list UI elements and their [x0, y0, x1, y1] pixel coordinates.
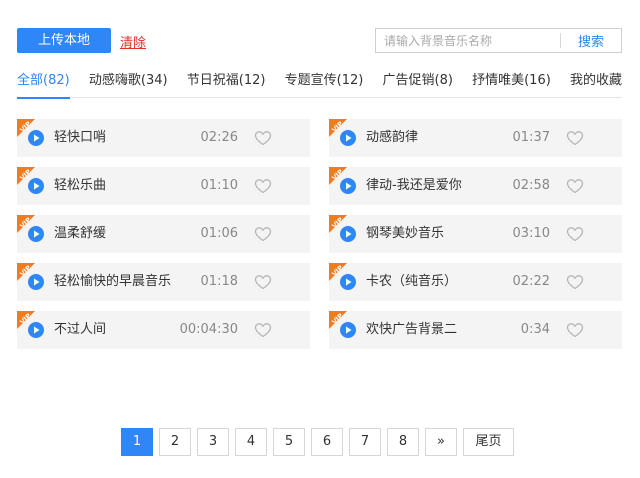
- last-page-button[interactable]: 尾页: [463, 428, 514, 456]
- tab-3[interactable]: 专题宣传(12): [285, 70, 364, 98]
- song-name: 温柔舒缓: [54, 226, 107, 241]
- play-circle-icon[interactable]: [340, 322, 356, 338]
- tab-0[interactable]: 全部(82): [17, 70, 70, 99]
- song-item[interactable]: VIP 轻快口哨 02:26: [17, 119, 310, 157]
- play-circle-icon[interactable]: [340, 226, 356, 242]
- song-name: 不过人间: [54, 322, 107, 337]
- page-button-4[interactable]: 4: [235, 428, 267, 456]
- page-button-5[interactable]: 5: [273, 428, 305, 456]
- song-item[interactable]: VIP 轻松乐曲 01:10: [17, 167, 310, 205]
- song-item[interactable]: VIP 律动-我还是爱你 02:58: [329, 167, 622, 205]
- song-duration: 01:06: [200, 226, 238, 241]
- play-circle-icon[interactable]: [28, 274, 44, 290]
- song-item[interactable]: VIP 不过人间 00:04:30: [17, 311, 310, 349]
- song-item[interactable]: VIP 轻松愉快的早晨音乐 01:18: [17, 263, 310, 301]
- pagination: 1 2 3 4 5 6 7 8» 尾页: [121, 428, 514, 456]
- song-item[interactable]: VIP 动感韵律 01:37: [329, 119, 622, 157]
- heart-outline-icon[interactable]: [566, 226, 584, 242]
- song-duration: 00:04:30: [179, 322, 238, 337]
- page-button-6[interactable]: 6: [311, 428, 343, 456]
- play-circle-icon[interactable]: [28, 322, 44, 338]
- song-duration: 01:10: [200, 178, 238, 193]
- heart-outline-icon[interactable]: [566, 130, 584, 146]
- search-box: 搜索: [375, 28, 622, 53]
- page-button-7[interactable]: 7: [349, 428, 381, 456]
- heart-outline-icon[interactable]: [566, 274, 584, 290]
- heart-outline-icon[interactable]: [566, 322, 584, 338]
- upload-local-button[interactable]: 上传本地: [17, 28, 111, 53]
- song-item[interactable]: VIP 温柔舒缓 01:06: [17, 215, 310, 253]
- page-button-2[interactable]: 2: [159, 428, 191, 456]
- play-circle-icon[interactable]: [28, 226, 44, 242]
- song-duration: 01:18: [200, 274, 238, 289]
- song-duration: 0:34: [520, 322, 550, 337]
- song-name: 律动-我还是爱你: [366, 178, 462, 193]
- song-name: 轻松乐曲: [54, 178, 107, 193]
- tab-4[interactable]: 广告促销(8): [383, 70, 453, 98]
- song-item[interactable]: VIP 钢琴美妙音乐 03:10: [329, 215, 622, 253]
- tab-6[interactable]: 我的收藏: [570, 70, 622, 98]
- play-circle-icon[interactable]: [28, 178, 44, 194]
- song-name: 动感韵律: [366, 130, 419, 145]
- heart-outline-icon[interactable]: [254, 226, 272, 242]
- heart-outline-icon[interactable]: [566, 178, 584, 194]
- play-circle-icon[interactable]: [340, 130, 356, 146]
- heart-outline-icon[interactable]: [254, 322, 272, 338]
- song-name: 钢琴美妙音乐: [366, 226, 445, 241]
- clear-link[interactable]: 清除: [120, 32, 146, 51]
- play-circle-icon[interactable]: [28, 130, 44, 146]
- song-item[interactable]: VIP 卡农（纯音乐） 02:22: [329, 263, 622, 301]
- song-item[interactable]: VIP 欢快广告背景二 0:34: [329, 311, 622, 349]
- page-button-1[interactable]: 1: [121, 428, 153, 456]
- play-circle-icon[interactable]: [340, 178, 356, 194]
- search-button[interactable]: 搜索: [561, 29, 621, 52]
- page-button-3[interactable]: 3: [197, 428, 229, 456]
- play-circle-icon[interactable]: [340, 274, 356, 290]
- song-duration: 02:26: [200, 130, 238, 145]
- song-name: 轻松愉快的早晨音乐: [54, 274, 172, 289]
- song-grid: VIP 轻快口哨 02:26 VIP 动感韵律 01:37 VIP 轻松乐曲 01:10 VIP 律…: [17, 119, 622, 349]
- song-duration: 03:10: [512, 226, 550, 241]
- heart-outline-icon[interactable]: [254, 130, 272, 146]
- song-name: 轻快口哨: [54, 130, 107, 145]
- song-duration: 01:37: [512, 130, 550, 145]
- song-duration: 02:58: [512, 178, 550, 193]
- tab-1[interactable]: 动感嗨歌(34): [89, 70, 168, 98]
- next-page-button[interactable]: »: [425, 428, 457, 456]
- song-name: 卡农（纯音乐）: [366, 274, 458, 289]
- tab-2[interactable]: 节日祝福(12): [187, 70, 266, 98]
- tab-5[interactable]: 抒情唯美(16): [472, 70, 551, 98]
- search-input[interactable]: [376, 29, 560, 52]
- page-button-8[interactable]: 8: [387, 428, 419, 456]
- category-tabs: 全部(82) 动感嗨歌(34) 节日祝福(12) 专题宣传(12) 广告促销(8) 抒情唯…: [17, 70, 622, 99]
- heart-outline-icon[interactable]: [254, 274, 272, 290]
- heart-outline-icon[interactable]: [254, 178, 272, 194]
- song-duration: 02:22: [512, 274, 550, 289]
- song-name: 欢快广告背景二: [366, 322, 458, 337]
